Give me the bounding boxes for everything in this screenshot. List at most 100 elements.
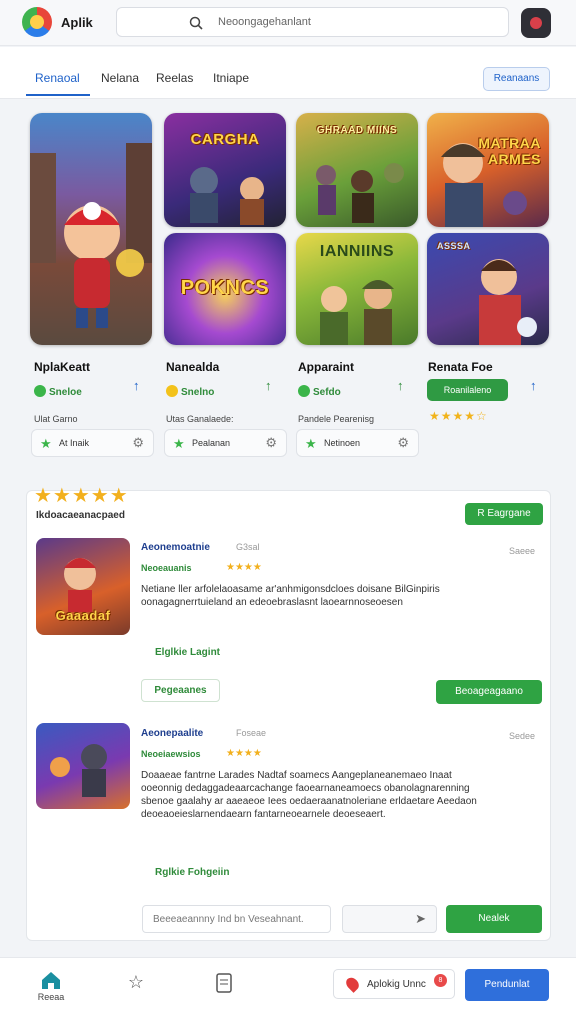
star-icon: ★ [40, 436, 52, 451]
game-tile-cargha[interactable]: CARGHA [164, 113, 286, 227]
star-icon: ★ [173, 436, 185, 451]
review-stars: ★★★★ [226, 748, 262, 759]
status-badge[interactable]: Roanilaleno [427, 379, 508, 401]
settings-icon[interactable]: ⚙ [265, 435, 277, 451]
pin-icon [343, 975, 362, 993]
trend-up-icon[interactable]: ↑ [265, 378, 272, 393]
game-tile-ianniins[interactable]: IANNIINS [296, 233, 418, 345]
home-icon [42, 972, 60, 989]
review-thumbnail[interactable]: Gaaadaf [36, 538, 130, 635]
nav-home[interactable]: Reeaa [34, 970, 68, 1002]
helpful-button[interactable]: Beoageagaano [436, 680, 542, 704]
tag-chip[interactable]: ★ Netinoen ⚙ [296, 429, 419, 457]
review-subtitle: Ikdoacaeanacpaed [36, 510, 125, 521]
submit-button[interactable]: Nealek [446, 905, 542, 933]
send-field[interactable]: ➤ [342, 905, 437, 933]
rating-stars: ★★★★★ [34, 485, 129, 507]
tab-reelas[interactable]: Reelas [156, 71, 193, 85]
tab-bar: Renaoal Nelana Reelas Itniape Reanaans [0, 47, 576, 99]
settings-icon[interactable]: ⚙ [397, 435, 409, 451]
app-name: Aplik [61, 15, 93, 30]
send-icon[interactable]: ➤ [415, 911, 426, 927]
favorites-star-icon[interactable]: ☆ [126, 972, 146, 993]
game-tile-matraa[interactable]: MATRAA ARMES [427, 113, 549, 227]
tab-itniape[interactable]: Itniape [213, 71, 249, 85]
chip-label: Pealanan [192, 438, 231, 448]
document-icon[interactable] [214, 973, 234, 995]
review-author: Neoeauanis [141, 563, 192, 573]
tab-action-button[interactable]: Reanaans [483, 67, 550, 91]
register-button[interactable]: R Eagrgane [465, 503, 543, 525]
tab-renaoal[interactable]: Renaoal [35, 71, 80, 85]
apply-label: Aplokig Unnc [367, 979, 426, 990]
review-tag[interactable]: Rglkie Fohgeiin [155, 867, 229, 878]
app-logo[interactable] [22, 7, 52, 37]
tab-nelana[interactable]: Nelana [101, 71, 139, 85]
meta-text: Sefdo [313, 387, 341, 398]
search-icon [189, 16, 203, 30]
search-placeholder: Neoongagehanlant [218, 16, 311, 28]
tile-characters [441, 143, 527, 227]
review-body: Doaaeae fantrne Larades Nadtaf soamecs A… [141, 770, 477, 820]
game-label: Ulat Garno [34, 414, 78, 424]
tag-chip[interactable]: ★ At Inaik ⚙ [31, 429, 154, 457]
game-meta: Sneloe [34, 385, 82, 398]
reviewer-name[interactable]: Aeonepaalite [141, 728, 203, 739]
game-label: Pandele Pearenisg [298, 414, 375, 424]
trend-up-icon[interactable]: ↑ [530, 378, 537, 393]
reviewer-name[interactable]: Aeonemoatnie [141, 542, 210, 553]
game-tile-hero[interactable] [30, 113, 152, 345]
game-title[interactable]: NplaKeatt [34, 360, 90, 374]
game-title[interactable]: Renata Foe [428, 360, 493, 374]
tile-characters [316, 163, 404, 223]
review-date: Saeee [509, 546, 536, 556]
game-label: Utas Ganalaede: [166, 414, 234, 424]
nav-home-label: Reeaa [37, 992, 65, 1002]
thumb-character [50, 744, 107, 797]
tag-chip[interactable]: ★ Pealanan ⚙ [164, 429, 287, 457]
reply-button[interactable]: Pegeaanes [141, 679, 220, 702]
game-tile-poknics[interactable]: POKNCS [164, 233, 286, 345]
review-thumbnail[interactable] [36, 723, 130, 809]
hero-character [30, 143, 152, 328]
review-stars: ★★★★ [226, 562, 262, 573]
chip-label: Netinoen [324, 438, 361, 448]
reviewer-id: G3sal [236, 542, 260, 552]
game-title[interactable]: Apparaint [298, 360, 354, 374]
status-dot-icon [166, 385, 178, 397]
review-body: Netiane ller arfolelaoasame ar'anhmigons… [141, 584, 440, 608]
active-tab-indicator [26, 94, 90, 96]
primary-button[interactable]: Pendunlat [465, 969, 549, 1001]
rating-stars: ★★★★☆ [429, 409, 488, 423]
avatar[interactable] [521, 8, 551, 38]
review-tag[interactable]: Elglkie Lagint [155, 647, 220, 658]
status-dot-icon [34, 385, 46, 397]
game-meta: Sefdo [298, 385, 341, 398]
status-dot-icon [298, 385, 310, 397]
logo-center [30, 15, 44, 29]
tile-characters [190, 167, 264, 225]
thumb-title: Gaaadaf [55, 608, 111, 623]
star-icon: ★ [305, 436, 317, 451]
trend-up-icon[interactable]: ↑ [133, 378, 140, 393]
search-input[interactable]: Neoongagehanlant [116, 7, 509, 37]
comment-input[interactable]: Beeeaeannny Ind bn Veseahnant. [142, 905, 331, 933]
meta-text: Snelno [181, 387, 215, 398]
chip-label: At Inaik [59, 438, 90, 448]
notification-count: 8 [434, 974, 447, 987]
tile-characters [479, 259, 537, 345]
review-date: Sedee [509, 731, 536, 741]
reviewer-id: Foseae [236, 728, 267, 738]
meta-text: Sneloe [49, 387, 82, 398]
tile-title: POKNCS [180, 277, 270, 299]
trend-up-icon[interactable]: ↑ [397, 378, 404, 393]
game-tile-ghraad[interactable]: GHRAAD MIINS [296, 113, 418, 227]
top-bar: Aplik Neoongagehanlant [0, 0, 576, 46]
game-meta: Snelno [166, 385, 214, 398]
apply-button[interactable]: Aplokig Unnc 8 [333, 969, 455, 999]
settings-icon[interactable]: ⚙ [132, 435, 144, 451]
tile-characters [320, 280, 394, 345]
game-title[interactable]: Nanealda [166, 360, 219, 374]
game-tile-assa[interactable]: ASSSA [427, 233, 549, 345]
review-author: Neoeiaewsios [141, 749, 201, 759]
